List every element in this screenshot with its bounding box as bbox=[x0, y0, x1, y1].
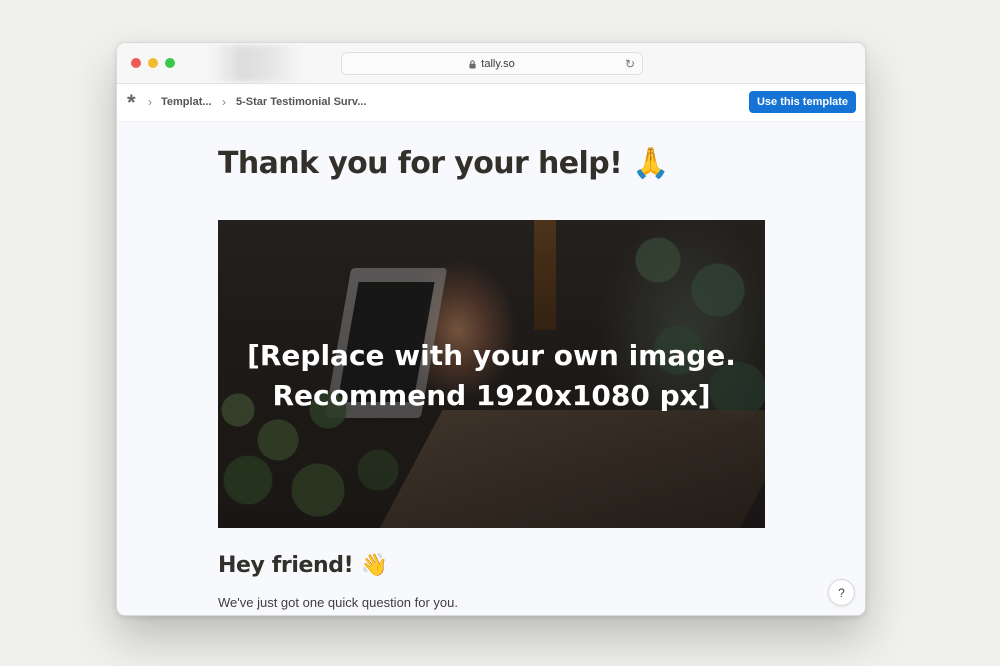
page-title: Thank you for your help! 🙏 bbox=[218, 146, 669, 181]
chevron-right-icon: › bbox=[222, 95, 226, 109]
hero-text-line-1: [Replace with your own image. bbox=[247, 339, 736, 372]
form-content: Thank you for your help! 🙏 [Replace with… bbox=[117, 122, 865, 615]
zoom-dot[interactable] bbox=[165, 58, 175, 68]
chevron-right-icon: › bbox=[148, 95, 152, 109]
hero-placeholder-text: [Replace with your own image. Recommend … bbox=[218, 336, 765, 416]
close-dot[interactable] bbox=[131, 58, 141, 68]
use-template-button[interactable]: Use this template bbox=[749, 91, 856, 113]
hero-image: [Replace with your own image. Recommend … bbox=[218, 220, 765, 528]
breadcrumb-templates[interactable]: Templat... bbox=[161, 96, 212, 108]
address-bar[interactable]: tally.so ↻ bbox=[341, 52, 643, 75]
browser-window: tally.so ↻ * › Templat... › 5-Star Testi… bbox=[116, 42, 866, 616]
minimize-dot[interactable] bbox=[148, 58, 158, 68]
section-title: Hey friend! 👋 bbox=[218, 553, 388, 578]
template-navbar: * › Templat... › 5-Star Testimonial Surv… bbox=[117, 84, 865, 122]
reload-icon[interactable]: ↻ bbox=[625, 57, 635, 71]
lock-icon bbox=[469, 60, 476, 69]
section-description: We've just got one quick question for yo… bbox=[218, 595, 458, 610]
breadcrumb-template-name[interactable]: 5-Star Testimonial Surv... bbox=[236, 96, 366, 108]
hero-text-line-2: Recommend 1920x1080 px] bbox=[272, 379, 711, 412]
help-button[interactable]: ? bbox=[828, 579, 855, 606]
blurred-tab-area bbox=[209, 45, 301, 82]
address-text: tally.so bbox=[481, 57, 515, 70]
browser-titlebar: tally.so ↻ bbox=[117, 43, 865, 84]
tally-asterisk-logo[interactable]: * bbox=[127, 92, 141, 114]
